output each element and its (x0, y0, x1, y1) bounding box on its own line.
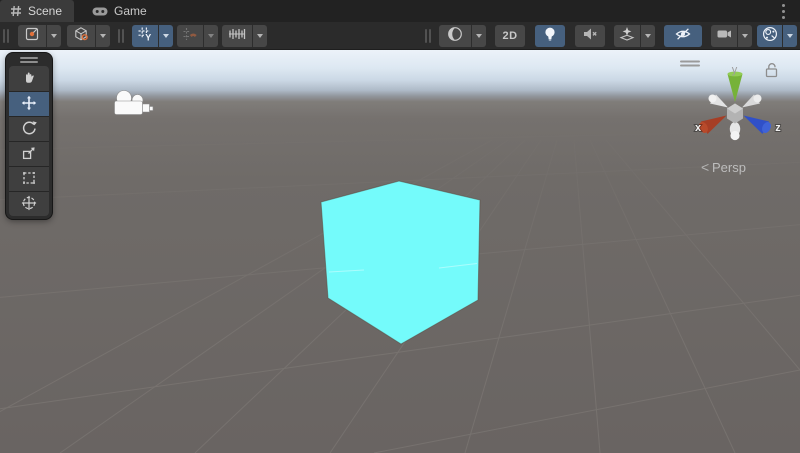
tool-button-rect[interactable] (9, 166, 49, 191)
tools-overlay-drag-handle[interactable] (9, 55, 49, 65)
scene-visibility-button[interactable] (664, 25, 702, 47)
scene-grid-icon (10, 5, 22, 17)
scale-tool-icon (20, 144, 38, 165)
gamepad-icon (92, 6, 108, 17)
transform-tool-icon (20, 194, 38, 215)
grid-visibility-button[interactable]: Y (132, 25, 158, 47)
dropdown-caret-icon (645, 34, 651, 38)
snap-dropdown[interactable] (203, 25, 218, 47)
tab-game-label: Game (114, 4, 147, 18)
lock-open-icon[interactable] (767, 64, 777, 77)
gizmo-x-label: x (695, 122, 702, 134)
gizmos-icon (761, 25, 779, 46)
toolbar-separator (425, 29, 431, 43)
gizmo-x-axis[interactable] (697, 116, 726, 135)
gizmo-z-label: z (775, 122, 781, 134)
pivot-dropdown[interactable] (46, 25, 61, 47)
visibility-icon (673, 25, 693, 46)
audio-mute-icon (581, 25, 599, 46)
light-bulb-icon (541, 25, 559, 46)
orientation-dropdown[interactable] (95, 25, 110, 47)
persp-arrow-icon[interactable]: < (701, 159, 709, 175)
gizmo-y-label: y (732, 64, 738, 76)
orientation-toggle-button[interactable] (67, 25, 95, 47)
tool-button-transform[interactable] (9, 191, 49, 216)
dropdown-caret-icon (257, 34, 263, 38)
camera-icon (715, 25, 733, 46)
dropdown-caret-icon (100, 34, 106, 38)
effects-dropdown[interactable] (640, 25, 655, 47)
snap-magnet-icon (181, 25, 199, 46)
dropdown-caret-icon (208, 34, 214, 38)
gizmos-dropdown[interactable] (782, 25, 797, 47)
move-tool-icon (20, 94, 38, 115)
effects-button[interactable] (614, 25, 640, 47)
snap-toggle-button[interactable] (177, 25, 203, 47)
snap-increment-icon (227, 25, 247, 46)
mode-2d-label: 2D (502, 30, 517, 42)
gizmo-drag-handle-icon[interactable] (681, 62, 699, 66)
tab-scene[interactable]: Scene (0, 0, 74, 22)
dropdown-caret-icon (51, 34, 57, 38)
scene-render: y x z < Persp (0, 50, 800, 453)
dropdown-caret-icon (742, 34, 748, 38)
tab-bar: Scene Game (0, 0, 800, 22)
audio-mute-button[interactable] (575, 25, 605, 47)
toolbar-separator (118, 29, 124, 43)
persp-label[interactable]: Persp (712, 160, 746, 175)
effects-icon (618, 25, 636, 46)
tab-scene-label: Scene (28, 4, 62, 18)
lighting-button[interactable] (535, 25, 565, 47)
camera-gizmo-icon[interactable] (115, 91, 154, 115)
render-mode-dropdown[interactable] (471, 25, 486, 47)
gizmos-button[interactable] (757, 25, 782, 47)
hand-tool-icon (20, 68, 38, 89)
toolbar-drag-handle[interactable] (3, 29, 9, 43)
tab-game[interactable]: Game (82, 0, 159, 22)
orientation-cube-icon (72, 25, 90, 46)
tool-button-scale[interactable] (9, 141, 49, 166)
render-mode-button[interactable] (439, 25, 471, 47)
pivot-icon (23, 25, 41, 46)
dropdown-caret-icon (476, 34, 482, 38)
scene-camera-dropdown[interactable] (737, 25, 752, 47)
grid-visibility-dropdown[interactable] (158, 25, 173, 47)
tool-button-move[interactable] (9, 91, 49, 116)
svg-text:Y: Y (145, 33, 151, 43)
tool-button-hand[interactable] (9, 66, 49, 91)
rect-tool-icon (20, 169, 38, 190)
tool-button-rotate[interactable] (9, 116, 49, 141)
gizmo-y-axis[interactable] (728, 72, 743, 102)
scene-toolbar: Y (0, 22, 800, 50)
unity-scene-view: Scene Game (0, 0, 800, 453)
dropdown-caret-icon (787, 34, 793, 38)
cube-object[interactable] (321, 181, 480, 344)
rotate-tool-icon (20, 119, 38, 140)
scene-camera-button[interactable] (711, 25, 737, 47)
kebab-icon[interactable] (779, 3, 787, 20)
pivot-toggle-button[interactable] (18, 25, 46, 47)
gizmo-center-cube[interactable] (727, 104, 743, 124)
dropdown-caret-icon (163, 34, 169, 38)
tools-overlay (6, 53, 52, 219)
scene-viewport[interactable]: y x z < Persp (0, 50, 800, 453)
snap-increment-dropdown[interactable] (252, 25, 267, 47)
mode-2d-button[interactable]: 2D (495, 25, 525, 47)
grid-visibility-icon: Y (136, 25, 154, 46)
orientation-gizmo: y x z < Persp (681, 62, 781, 176)
snap-increment-button[interactable] (222, 25, 252, 47)
render-mode-icon (446, 25, 464, 46)
